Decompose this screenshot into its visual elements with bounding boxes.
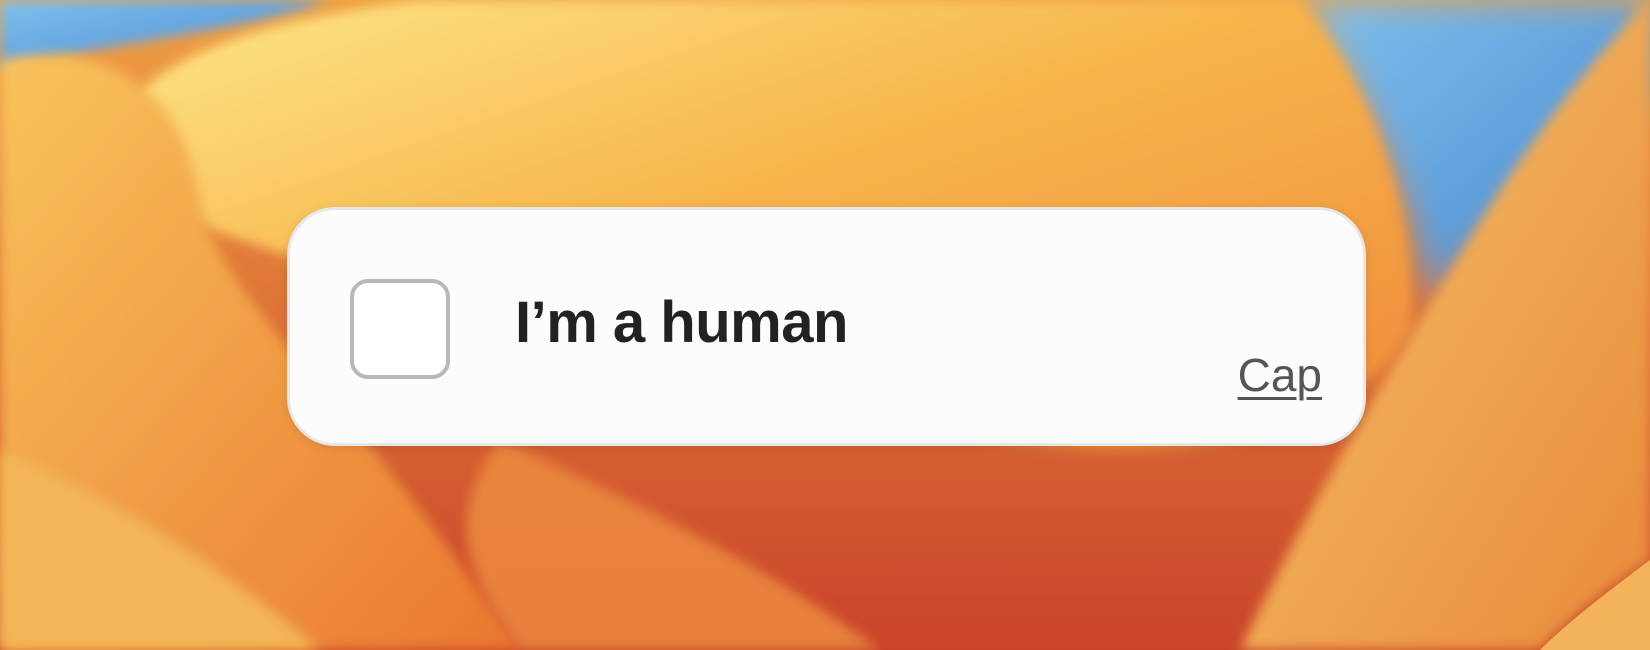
captcha-widget: I’m a human Cap <box>287 207 1366 446</box>
human-verification-checkbox[interactable] <box>350 279 450 379</box>
cap-brand-link[interactable]: Cap <box>1238 350 1322 401</box>
human-verification-label: I’m a human <box>515 290 848 355</box>
